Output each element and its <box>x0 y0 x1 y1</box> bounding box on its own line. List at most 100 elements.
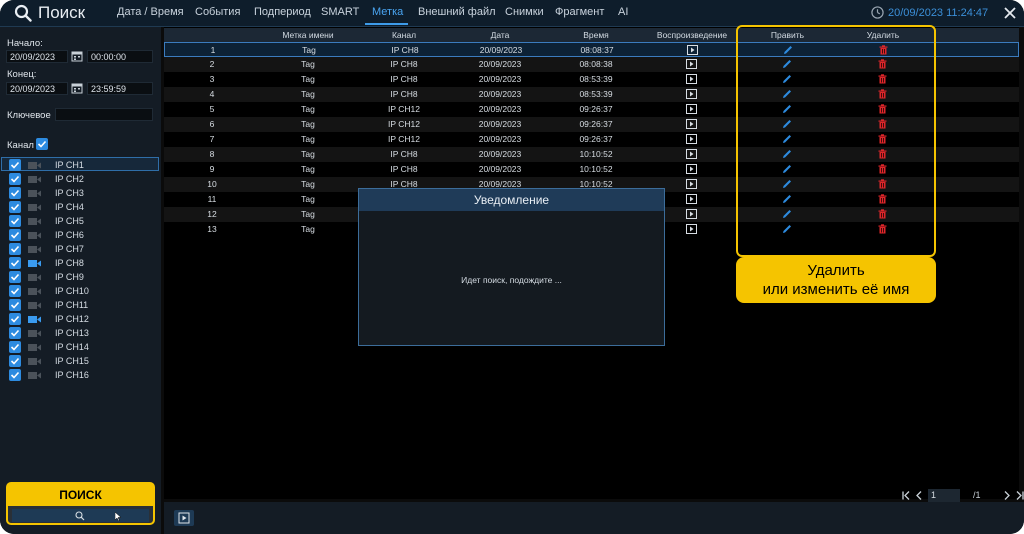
camera-icon <box>28 260 41 267</box>
tab-fragment[interactable]: Фрагмент <box>555 6 604 18</box>
play-icon[interactable] <box>686 119 697 129</box>
channel-checkbox[interactable] <box>9 313 21 325</box>
play-icon[interactable] <box>686 59 697 69</box>
tab-events[interactable]: События <box>195 6 240 18</box>
end-time-field[interactable]: 23:59:59 <box>87 82 153 95</box>
next-page-icon[interactable] <box>1003 490 1011 500</box>
row-number: 2 <box>209 59 215 69</box>
channel-checkbox[interactable] <box>9 159 21 171</box>
calendar-icon[interactable] <box>71 82 83 94</box>
tab-snapshots[interactable]: Снимки <box>505 6 544 18</box>
channel-cell: IP CH12 <box>388 119 420 129</box>
channel-name[interactable]: IP CH9 <box>55 272 84 282</box>
close-icon[interactable] <box>1002 5 1018 21</box>
tag-name-cell: Tag <box>301 89 315 99</box>
tag-name-cell: Tag <box>302 45 316 55</box>
channel-name[interactable]: IP CH1 <box>55 160 84 170</box>
play-icon[interactable] <box>686 209 697 219</box>
tab-subperiod[interactable]: Подпериод <box>254 6 311 18</box>
channel-cell: IP CH8 <box>390 149 418 159</box>
channel-name[interactable]: IP CH16 <box>55 370 89 380</box>
channel-checkbox[interactable] <box>9 215 21 227</box>
start-date-field[interactable]: 20/09/2023 <box>6 50 68 63</box>
channel-name[interactable]: IP CH12 <box>55 314 89 324</box>
channel-name[interactable]: IP CH4 <box>55 202 84 212</box>
camera-icon <box>28 204 41 211</box>
channel-checkbox[interactable] <box>9 201 21 213</box>
play-icon[interactable] <box>686 134 697 144</box>
play-icon[interactable] <box>686 149 697 159</box>
channel-name[interactable]: IP CH7 <box>55 244 84 254</box>
keyword-input[interactable] <box>55 108 153 121</box>
channel-name[interactable]: IP CH13 <box>55 328 89 338</box>
channel-checkbox[interactable] <box>9 341 21 353</box>
date-cell: 20/09/2023 <box>479 45 523 55</box>
notification-title: Уведомление <box>359 189 664 211</box>
clock-datetime: 20/09/2023 11:24:47 <box>888 6 989 19</box>
time-cell: 09:26:37 <box>579 134 613 144</box>
channel-name[interactable]: IP CH2 <box>55 174 84 184</box>
channel-checkbox[interactable] <box>9 187 21 199</box>
row-number: 12 <box>207 209 217 219</box>
last-page-icon[interactable] <box>1014 490 1024 500</box>
search-button[interactable] <box>12 509 149 522</box>
callout-line-2: или изменить её имя <box>762 281 910 298</box>
play-icon[interactable] <box>686 74 697 84</box>
column-header-channel: Канал <box>391 30 417 40</box>
channel-checkbox[interactable] <box>9 285 21 297</box>
calendar-icon[interactable] <box>71 50 83 62</box>
tag-name-cell: Tag <box>301 224 315 234</box>
prev-page-icon[interactable] <box>915 490 923 500</box>
channel-checkbox[interactable] <box>9 299 21 311</box>
play-icon[interactable] <box>687 45 698 55</box>
channel-name[interactable]: IP CH15 <box>55 356 89 366</box>
channel-checkbox[interactable] <box>9 229 21 241</box>
play-icon[interactable] <box>686 104 697 114</box>
play-icon[interactable] <box>686 164 697 174</box>
filter-panel: Начало: 20/09/2023 00:00:00 Конец: 20/09… <box>0 27 161 534</box>
channel-name[interactable]: IP CH11 <box>55 300 88 310</box>
row-number: 4 <box>209 89 215 99</box>
play-icon[interactable] <box>686 89 697 99</box>
channel-checkbox[interactable] <box>9 271 21 283</box>
play-icon[interactable] <box>686 194 697 204</box>
channel-name[interactable]: IP CH14 <box>55 342 89 352</box>
date-cell: 20/09/2023 <box>478 74 522 84</box>
channel-checkbox[interactable] <box>9 355 21 367</box>
search-icon <box>75 511 85 521</box>
end-date-field[interactable]: 20/09/2023 <box>6 82 68 95</box>
tab-tag[interactable]: Метка <box>372 6 403 18</box>
channel-name[interactable]: IP CH8 <box>55 258 84 268</box>
channel-name[interactable]: IP CH6 <box>55 230 84 240</box>
play-icon[interactable] <box>686 224 697 234</box>
channel-checkbox[interactable] <box>9 369 21 381</box>
bottom-toolbar <box>164 502 1024 534</box>
first-page-icon[interactable] <box>902 490 912 500</box>
search-callout-label: ПОИСК <box>8 484 153 506</box>
top-bar: Поиск Дата / Время События Подпериод SMA… <box>0 0 1024 27</box>
tab-ai[interactable]: AI <box>618 6 628 18</box>
start-time-field[interactable]: 00:00:00 <box>87 50 153 63</box>
channel-name[interactable]: IP CH10 <box>55 286 89 296</box>
camera-icon <box>28 316 41 323</box>
playback-button[interactable] <box>174 510 194 526</box>
channel-name[interactable]: IP CH3 <box>55 188 84 198</box>
column-header-tag-name: Метка имени <box>282 30 334 40</box>
tab-external-file[interactable]: Внешний файл <box>418 6 496 18</box>
channel-checkbox[interactable] <box>9 327 21 339</box>
channel-checkbox[interactable] <box>9 257 21 269</box>
channel-name[interactable]: IP CH5 <box>55 216 84 226</box>
camera-icon <box>28 218 41 225</box>
mouse-cursor-icon <box>115 512 122 521</box>
channel-cell: IP CH8 <box>390 74 418 84</box>
tab-date-time[interactable]: Дата / Время <box>117 6 184 18</box>
play-icon[interactable] <box>686 179 697 189</box>
channel-checkbox[interactable] <box>9 173 21 185</box>
tag-name-cell: Tag <box>301 59 315 69</box>
clock-icon <box>871 6 884 19</box>
page-number-input[interactable]: 1 <box>928 488 960 502</box>
tab-smart[interactable]: SMART <box>321 6 359 18</box>
row-number: 7 <box>209 134 215 144</box>
channel-checkbox[interactable] <box>9 243 21 255</box>
channel-select-all-checkbox[interactable] <box>36 138 48 150</box>
